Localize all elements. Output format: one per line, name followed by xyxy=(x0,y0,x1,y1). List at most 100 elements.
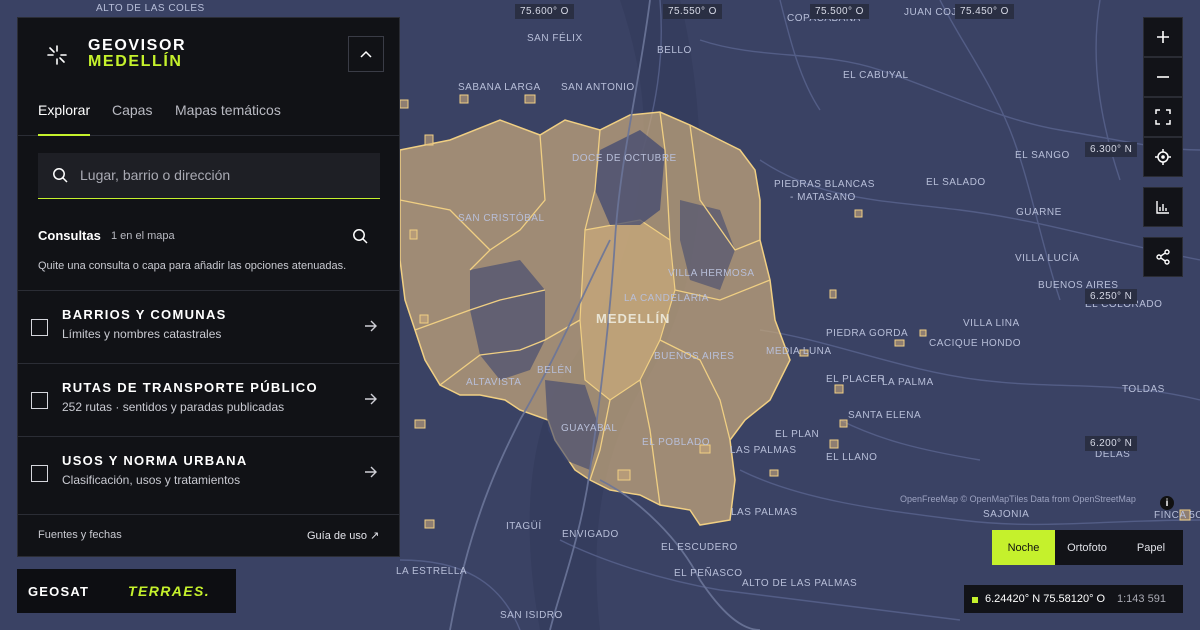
stats-button[interactable] xyxy=(1143,187,1183,227)
place-label: SAN ANTONIO xyxy=(561,82,635,93)
collapse-panel-button[interactable] xyxy=(348,36,384,72)
queries-title: Consultas xyxy=(38,228,101,243)
place-label: BELÉN xyxy=(537,365,573,376)
search-box xyxy=(38,153,380,199)
place-label: EL PLAN xyxy=(775,429,820,440)
layer-title: USOS Y NORMA URBANA xyxy=(62,453,248,468)
sources-link[interactable]: Fuentes y fechas xyxy=(38,529,122,541)
chevron-up-icon xyxy=(360,50,372,58)
layer-item-rutas[interactable]: RUTAS DE TRANSPORTE PÚBLICO 252 rutas · … xyxy=(18,363,399,436)
tab-capas[interactable]: Capas xyxy=(112,102,152,136)
place-label: LAS PALMAS xyxy=(731,507,798,518)
place-label: ALTO DE LAS COLES xyxy=(96,3,205,14)
search-input[interactable] xyxy=(80,153,370,197)
place-label: EL PEÑASCO xyxy=(674,568,743,579)
place-label: GUAYABAL xyxy=(561,423,618,434)
place-label: SABANA LARGA xyxy=(458,82,541,93)
layer-item-barrios[interactable]: BARRIOS Y COMUNAS Límites y nombres cata… xyxy=(18,290,399,363)
city-label: MEDELLÍN xyxy=(596,311,671,326)
place-label: PIEDRAS BLANCAS xyxy=(774,179,875,190)
place-label: LAS PALMAS xyxy=(730,445,797,456)
zoom-in-button[interactable] xyxy=(1143,17,1183,57)
cursor-coordinates: 6.24420° N 75.58120° O xyxy=(985,593,1106,605)
fullscreen-button[interactable] xyxy=(1143,97,1183,137)
guide-link[interactable]: Guía de uso ↗ xyxy=(307,529,379,542)
tab-mapas-tematicos[interactable]: Mapas temáticos xyxy=(175,102,281,136)
layer-checkbox[interactable] xyxy=(31,319,48,336)
place-label: EL SANGO xyxy=(1015,150,1070,161)
place-label: PIEDRA GORDA xyxy=(826,328,909,339)
locate-button[interactable] xyxy=(1143,137,1183,177)
layer-subtitle: 252 rutas · sentidos y paradas publicada… xyxy=(62,400,285,414)
zoom-out-button[interactable] xyxy=(1143,57,1183,97)
place-label: DOCE DE OCTUBRE xyxy=(572,153,677,164)
info-icon[interactable]: i xyxy=(1160,496,1174,510)
arrow-right-icon xyxy=(365,393,377,405)
search-icon xyxy=(53,168,68,183)
place-label: EL LLANO xyxy=(826,452,878,463)
minus-icon xyxy=(1157,76,1169,78)
panel-footer: Fuentes y fechas Guía de uso ↗ xyxy=(18,514,399,556)
longitude-tick: 75.600° O xyxy=(515,4,574,19)
place-label: SAN FÉLIX xyxy=(527,33,583,44)
place-label: - MATASANO xyxy=(790,192,856,203)
layer-checkbox[interactable] xyxy=(31,392,48,409)
queries-count: 1 en el mapa xyxy=(111,230,175,242)
layer-item-usos[interactable]: USOS Y NORMA URBANA Clasificación, usos … xyxy=(18,436,399,509)
longitude-tick: 75.550° O xyxy=(663,4,722,19)
place-label: FINCA 5C xyxy=(1154,510,1200,521)
latitude-tick: 6.250° N xyxy=(1085,289,1138,304)
place-label: LA CANDELARIA xyxy=(624,293,709,304)
locate-icon xyxy=(1155,149,1171,165)
side-panel: GEOVISOR MEDELLÍN Explorar Capas Mapas t… xyxy=(17,17,400,557)
search-icon[interactable] xyxy=(352,228,368,244)
place-label: ALTO DE LAS PALMAS xyxy=(742,578,858,589)
map-attribution[interactable]: OpenFreeMap © OpenMapTiles Data from Ope… xyxy=(900,494,1136,504)
place-label: ENVIGADO xyxy=(562,529,619,540)
arrow-right-icon xyxy=(365,320,377,332)
place-label: BUENOS AIRES xyxy=(654,351,735,362)
fullscreen-icon xyxy=(1155,109,1171,125)
share-icon xyxy=(1156,249,1170,265)
terraes-logo: TERRAES. xyxy=(128,583,210,599)
basemap-ortofoto[interactable]: Ortofoto xyxy=(1055,530,1119,565)
queries-hint: Quite una consulta o capa para añadir la… xyxy=(38,260,347,272)
tab-explorar[interactable]: Explorar xyxy=(38,102,91,136)
place-label: EL CABUYAL xyxy=(843,70,909,81)
geosat-logo: GEOSAT xyxy=(28,584,90,599)
place-label: SANTA ELENA xyxy=(848,410,922,421)
place-label: CACIQUE HONDO xyxy=(929,338,1022,349)
brand-footer: GEOSAT TERRAES. xyxy=(17,569,236,613)
place-label: VILLA LINA xyxy=(963,318,1020,329)
place-label: BELLO xyxy=(657,45,692,56)
basemap-switcher: Noche Ortofoto Papel xyxy=(992,530,1183,565)
map-scale: 1:143 591 xyxy=(1117,593,1166,605)
place-label: SAJONIA xyxy=(983,509,1030,520)
longitude-tick: 75.500° O xyxy=(810,4,869,19)
place-label: LA ESTRELLA xyxy=(396,566,468,577)
panel-tabs: Explorar Capas Mapas temáticos xyxy=(18,102,399,136)
place-label: VILLA HERMOSA xyxy=(668,268,755,279)
place-label: TOLDAS xyxy=(1122,384,1165,395)
basemap-papel[interactable]: Papel xyxy=(1119,530,1183,565)
logo-icon xyxy=(47,45,67,65)
place-label: ALTAVISTA xyxy=(466,377,522,388)
bar-chart-icon xyxy=(1156,201,1169,214)
latitude-tick: 6.300° N xyxy=(1085,142,1138,157)
place-label: LA PALMA xyxy=(882,377,934,388)
layer-subtitle: Clasificación, usos y tratamientos xyxy=(62,473,241,487)
latitude-tick: 6.200° N xyxy=(1085,436,1138,451)
place-label: VILLA LUCÍA xyxy=(1015,253,1080,264)
place-label: SAN ISIDRO xyxy=(500,610,563,621)
place-label: EL PLACER xyxy=(826,374,886,385)
layer-subtitle: Límites y nombres catastrales xyxy=(62,327,222,341)
layer-title: RUTAS DE TRANSPORTE PÚBLICO xyxy=(62,380,318,395)
place-label: GUARNE xyxy=(1016,207,1062,218)
place-label: ITAGÜÍ xyxy=(506,521,542,532)
layer-title: BARRIOS Y COMUNAS xyxy=(62,307,227,322)
layer-checkbox[interactable] xyxy=(31,465,48,482)
share-button[interactable] xyxy=(1143,237,1183,277)
basemap-noche[interactable]: Noche xyxy=(992,530,1055,565)
cursor-indicator xyxy=(972,597,978,603)
place-label: EL SALADO xyxy=(926,177,986,188)
